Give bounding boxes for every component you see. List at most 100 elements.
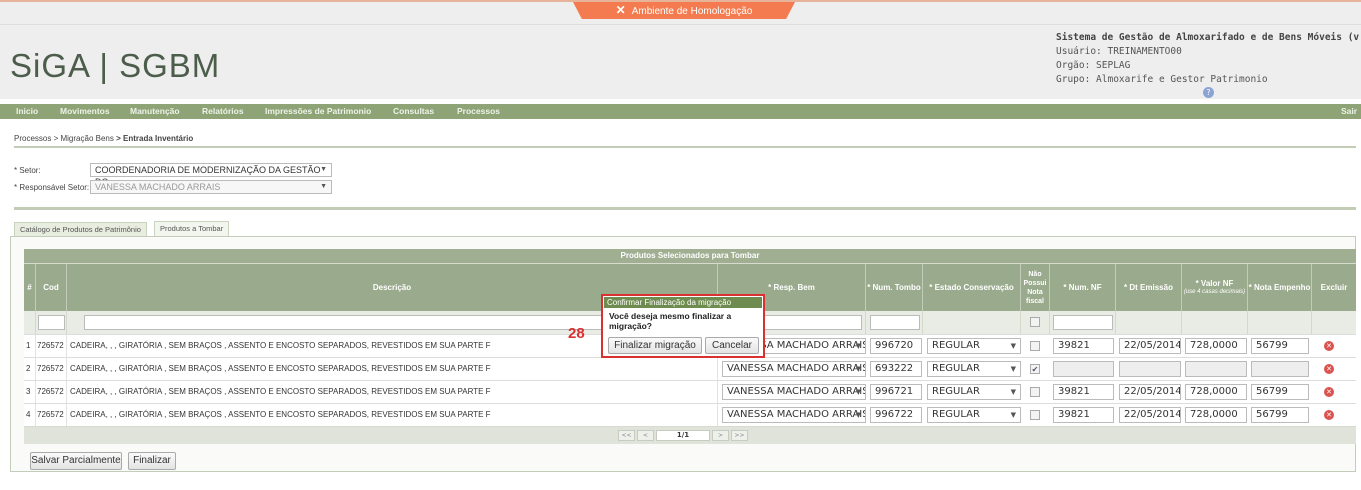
setor-select[interactable]: COORDENADORIA DE MODERNIZAÇÃO DA GESTÃO …: [90, 163, 332, 187]
logout-link[interactable]: Sair: [1341, 104, 1357, 119]
filter-cell: [36, 311, 67, 334]
delete-icon[interactable]: ✕: [1324, 410, 1334, 420]
delete-icon[interactable]: ✕: [1324, 364, 1334, 374]
menu-item-impressoes[interactable]: Impressões de Patrimonio: [265, 104, 371, 119]
row-empenho-input[interactable]: 56799: [1251, 407, 1309, 423]
row-resp-select[interactable]: VANESSA MACHADO ARRAIS ▼: [722, 361, 866, 377]
row-resp-select[interactable]: VANESSA MACHADO ARRAIS ▼: [722, 407, 866, 423]
row-sem-nota-checkbox[interactable]: [1030, 410, 1040, 420]
dialog-message: Você deseja mesmo finalizar a migração?: [609, 311, 732, 331]
dialog-title: Confirmar Finalização da migração: [604, 297, 762, 308]
row-dt-input[interactable]: [1119, 361, 1181, 377]
row-resp-select[interactable]: VANESSA MACHADO ARRAIS ▼: [722, 384, 866, 400]
filter-tombo-input[interactable]: [870, 315, 920, 330]
row-sem-nota-checkbox[interactable]: ✔: [1030, 364, 1040, 374]
filter-sem-nota-checkbox[interactable]: [1030, 317, 1040, 327]
filter-num-nf-input[interactable]: [1053, 315, 1113, 330]
cancel-button[interactable]: Cancelar: [705, 337, 759, 354]
row-num-nf-input[interactable]: 39821: [1053, 338, 1114, 354]
responsavel-select[interactable]: VANESSA MACHADO ARRAIS ▼: [90, 180, 332, 194]
col-header-excluir: Excluir: [1312, 264, 1356, 311]
pager-next-button[interactable]: >: [712, 430, 729, 441]
col-header-index: #: [24, 264, 36, 311]
pager-last-button[interactable]: >>: [731, 430, 748, 441]
col-header-empenho: * Nota Empenho: [1248, 264, 1312, 311]
menu-item-processos[interactable]: Processos: [457, 104, 500, 119]
help-icon[interactable]: ?: [1203, 87, 1214, 98]
tab-produtos-a-tombar[interactable]: Produtos a Tombar: [154, 221, 230, 237]
col-tombo-label: * Num. Tombo: [867, 283, 921, 292]
row-resp-value: VANESSA MACHADO ARRAIS: [727, 386, 866, 397]
row-tombo-input[interactable]: 996721: [870, 384, 922, 400]
filter-cell: [866, 311, 923, 334]
delete-icon[interactable]: ✕: [1324, 341, 1334, 351]
row-empenho-input[interactable]: [1251, 361, 1309, 377]
row-tombo-input[interactable]: 693222: [870, 361, 922, 377]
chevron-down-icon: ▼: [1010, 388, 1016, 396]
menu-item-movimentos[interactable]: Movimentos: [60, 104, 110, 119]
col-header-valor-nf: * Valor NF (use 4 casas decimais): [1182, 264, 1248, 311]
row-sem-nota-checkbox[interactable]: [1030, 341, 1040, 351]
row-num-nf-input[interactable]: 39821: [1053, 384, 1114, 400]
row-descricao: CADEIRA, , , GIRATÓRIA , SEM BRAÇOS , AS…: [67, 404, 718, 426]
row-cod: 726572: [36, 381, 67, 403]
chevron-down-icon: ▼: [855, 342, 861, 350]
col-estado-label: * Estado Conservação: [929, 283, 1014, 292]
breadcrumb-current: > Entrada Inventário: [116, 134, 194, 143]
row-num-nf-input[interactable]: [1053, 361, 1114, 377]
tab-catalogo[interactable]: Catálogo de Produtos de Patrimônio: [14, 222, 147, 237]
row-valor-input[interactable]: 728,0000: [1185, 338, 1247, 354]
row-valor-input[interactable]: 728,0000: [1185, 384, 1247, 400]
chevron-down-icon: ▼: [320, 183, 327, 190]
chevron-down-icon: ▼: [1010, 342, 1016, 350]
row-tombo-input[interactable]: 996722: [870, 407, 922, 423]
breadcrumb: Processos > Migração Bens > Entrada Inve…: [14, 134, 193, 143]
col-index-label: #: [27, 283, 32, 292]
row-dt-input[interactable]: 22/05/2014: [1119, 384, 1181, 400]
row-valor-input[interactable]: 728,0000: [1185, 407, 1247, 423]
menu-item-consultas[interactable]: Consultas: [393, 104, 434, 119]
row-sem-nota-checkbox[interactable]: [1030, 387, 1040, 397]
col-desc-label: Descrição: [372, 283, 412, 292]
filter-cod-input[interactable]: [38, 315, 65, 330]
col-valor-note: (use 4 casas decimais): [1183, 288, 1246, 295]
row-descricao: CADEIRA, , , GIRATÓRIA , SEM BRAÇOS , AS…: [67, 358, 718, 380]
row-tombo-input[interactable]: 996720: [870, 338, 922, 354]
save-partial-button[interactable]: Salvar Parcialmente: [30, 452, 122, 470]
row-estado-select[interactable]: REGULAR ▼: [927, 384, 1021, 400]
row-dt-input[interactable]: 22/05/2014: [1119, 407, 1181, 423]
pager-prev-button[interactable]: <: [637, 430, 654, 441]
row-resp-value: VANESSA MACHADO ARRAIS: [727, 363, 866, 374]
row-index: 2: [24, 358, 36, 380]
pager-first-button[interactable]: <<: [618, 430, 635, 441]
row-empenho-input[interactable]: 56799: [1251, 384, 1309, 400]
table-row: 3 726572 CADEIRA, , , GIRATÓRIA , SEM BR…: [24, 380, 1356, 403]
row-index: 4: [24, 404, 36, 426]
breadcrumb-processos[interactable]: Processos: [14, 134, 51, 143]
row-cod: 726572: [36, 404, 67, 426]
col-header-tombo: * Num. Tombo: [866, 264, 923, 311]
finalize-button[interactable]: Finalizar: [128, 452, 176, 470]
row-empenho-input[interactable]: 56799: [1251, 338, 1309, 354]
row-valor-input[interactable]: [1185, 361, 1247, 377]
row-cod: 726572: [36, 335, 67, 357]
divider: [14, 207, 1356, 210]
menu-item-manutencao[interactable]: Manutenção: [130, 104, 180, 119]
row-estado-select[interactable]: REGULAR ▼: [927, 407, 1021, 423]
breadcrumb-migracao[interactable]: > Migração Bens: [54, 134, 114, 143]
filter-cell: [1050, 311, 1116, 334]
row-estado-select[interactable]: REGULAR ▼: [927, 361, 1021, 377]
row-estado-select[interactable]: REGULAR ▼: [927, 338, 1021, 354]
menu-item-inicio[interactable]: Inicio: [16, 104, 38, 119]
col-cod-label: Cod: [43, 283, 59, 292]
confirm-finalize-button[interactable]: Finalizar migração: [608, 337, 702, 354]
setor-label: * Setor:: [14, 166, 41, 175]
chevron-down-icon: ▼: [855, 388, 861, 396]
row-num-nf-input[interactable]: 39821: [1053, 407, 1114, 423]
row-index: 3: [24, 381, 36, 403]
row-dt-input[interactable]: 22/05/2014: [1119, 338, 1181, 354]
main-menu: Inicio Movimentos Manutenção Relatórios …: [0, 104, 1361, 119]
delete-icon[interactable]: ✕: [1324, 387, 1334, 397]
pager: << < 1/1 > >>: [24, 427, 1356, 444]
menu-item-relatorios[interactable]: Relatórios: [202, 104, 244, 119]
